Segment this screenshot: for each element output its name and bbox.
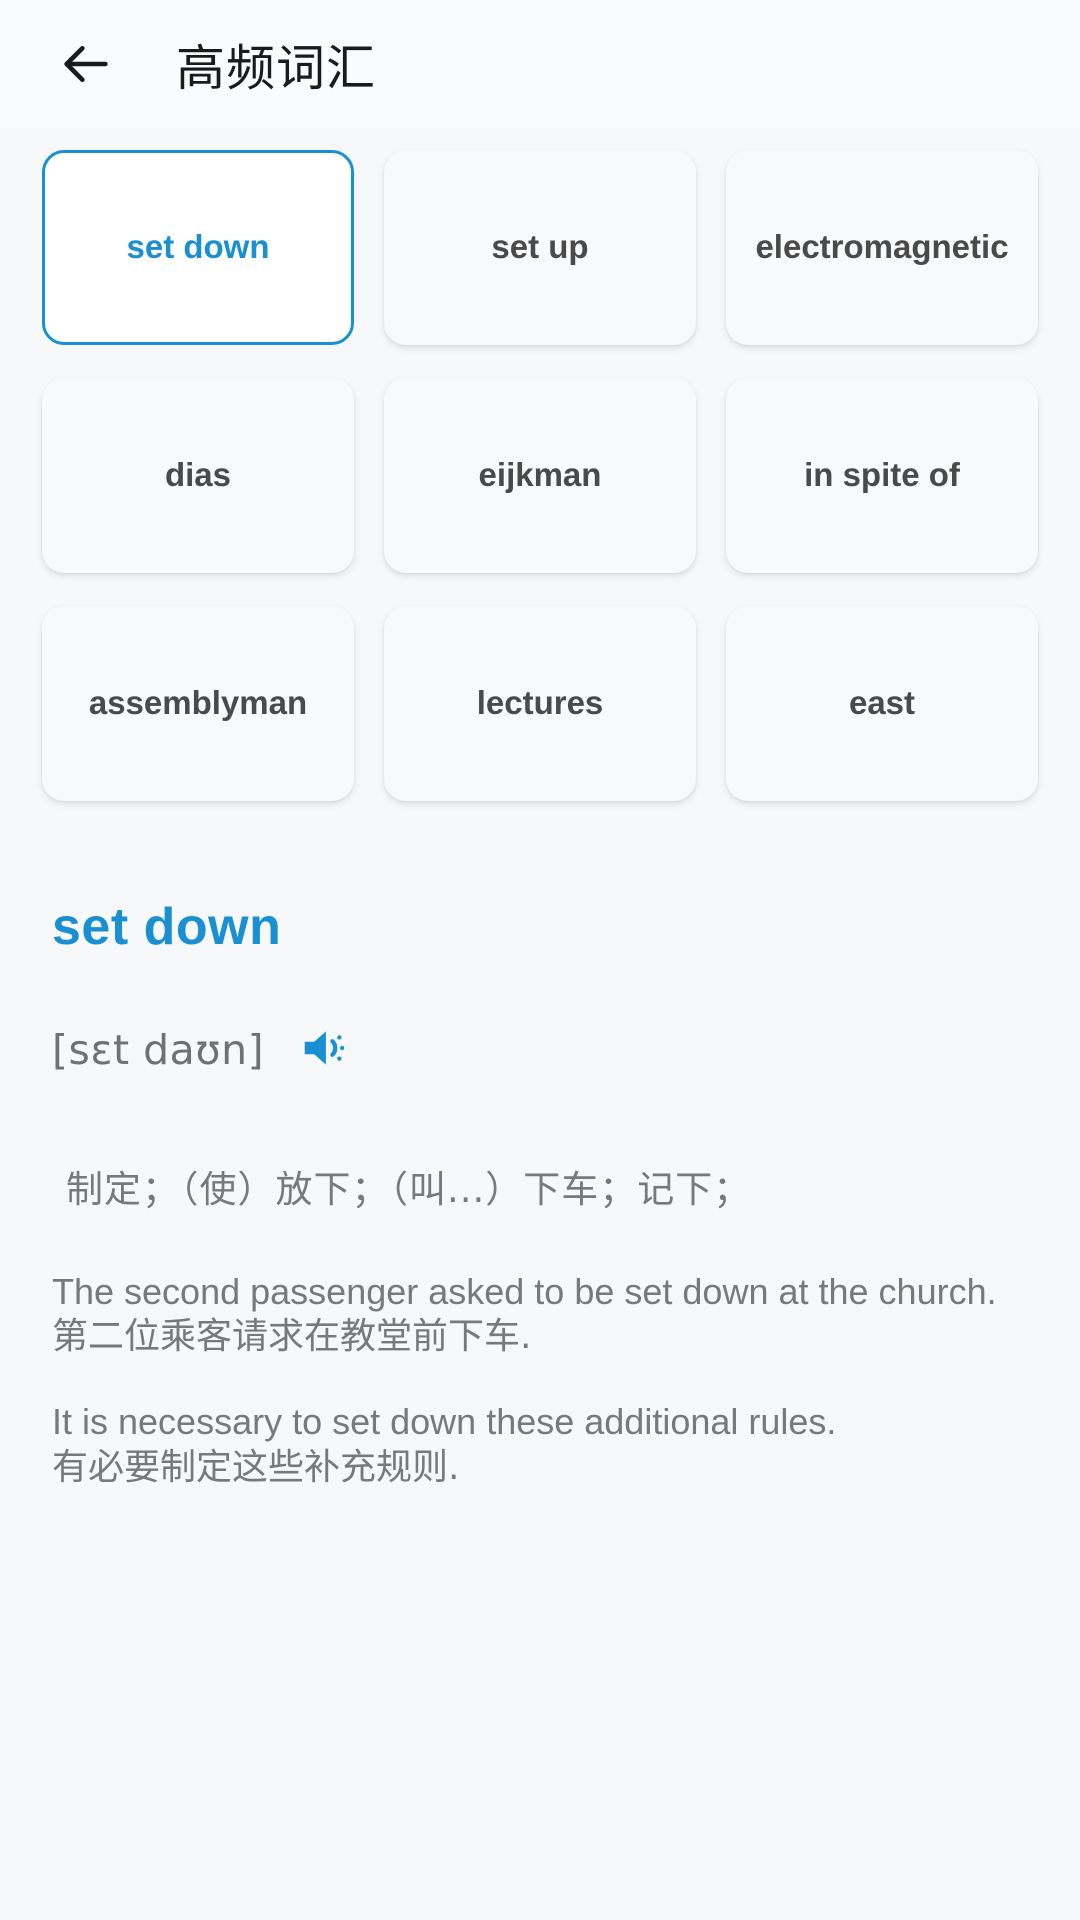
example-sentence-2: It is necessary to set down these additi… <box>52 1399 1028 1490</box>
example-sentence-1: The second passenger asked to be set dow… <box>52 1269 1028 1360</box>
word-card-label: in spite of <box>804 456 960 494</box>
example-english: It is necessary to set down these additi… <box>52 1401 837 1443</box>
word-card-label: lectures <box>476 684 604 722</box>
speaker-icon <box>298 1021 352 1080</box>
word-card-dias[interactable]: dias <box>42 378 354 573</box>
word-card-electromagnetic[interactable]: electromagnetic <box>726 150 1038 345</box>
word-card-set-up[interactable]: set up <box>384 150 696 345</box>
word-card-lectures[interactable]: lectures <box>384 606 696 801</box>
word-card-set-down[interactable]: set down <box>42 150 354 345</box>
pronunciation-row: [sɛt daʊn] <box>52 1019 1028 1081</box>
word-card-label: dias <box>164 456 232 494</box>
word-card-label: set up <box>491 228 589 266</box>
example-english: The second passenger asked to be set dow… <box>52 1270 997 1312</box>
word-card-eijkman[interactable]: eijkman <box>384 378 696 573</box>
back-button[interactable] <box>48 26 124 102</box>
page-title: 高频词汇 <box>176 41 377 96</box>
word-card-label: set down <box>126 228 270 266</box>
arrow-left-icon <box>57 35 115 93</box>
app-header: 高频词汇 <box>0 0 1080 128</box>
word-card-label: assemblyman <box>88 684 308 722</box>
phonetic-transcription: [sɛt daʊn] <box>52 1026 265 1074</box>
word-card-label: eijkman <box>478 456 602 494</box>
example-chinese: 第二位乘客请求在教堂前下车. <box>52 1316 532 1357</box>
word-card-label: east <box>848 684 916 722</box>
play-pronunciation-button[interactable] <box>294 1019 356 1081</box>
word-detail-section: set down [sɛt daʊn] 制定；（使）放下；（叫...）下车；记下… <box>0 897 1080 1490</box>
word-grid-section: set down set up electromagnetic dias eij… <box>0 128 1080 801</box>
word-grid: set down set up electromagnetic dias eij… <box>42 150 1038 801</box>
word-card-label: electromagnetic <box>755 228 1009 266</box>
detail-word-title: set down <box>52 898 282 956</box>
word-definition: 制定；（使）放下；（叫...）下车；记下； <box>66 1168 752 1211</box>
word-card-in-spite-of[interactable]: in spite of <box>726 378 1038 573</box>
word-card-assemblyman[interactable]: assemblyman <box>42 606 354 801</box>
word-card-east[interactable]: east <box>726 606 1038 801</box>
example-chinese: 有必要制定这些补充规则. <box>52 1446 460 1488</box>
